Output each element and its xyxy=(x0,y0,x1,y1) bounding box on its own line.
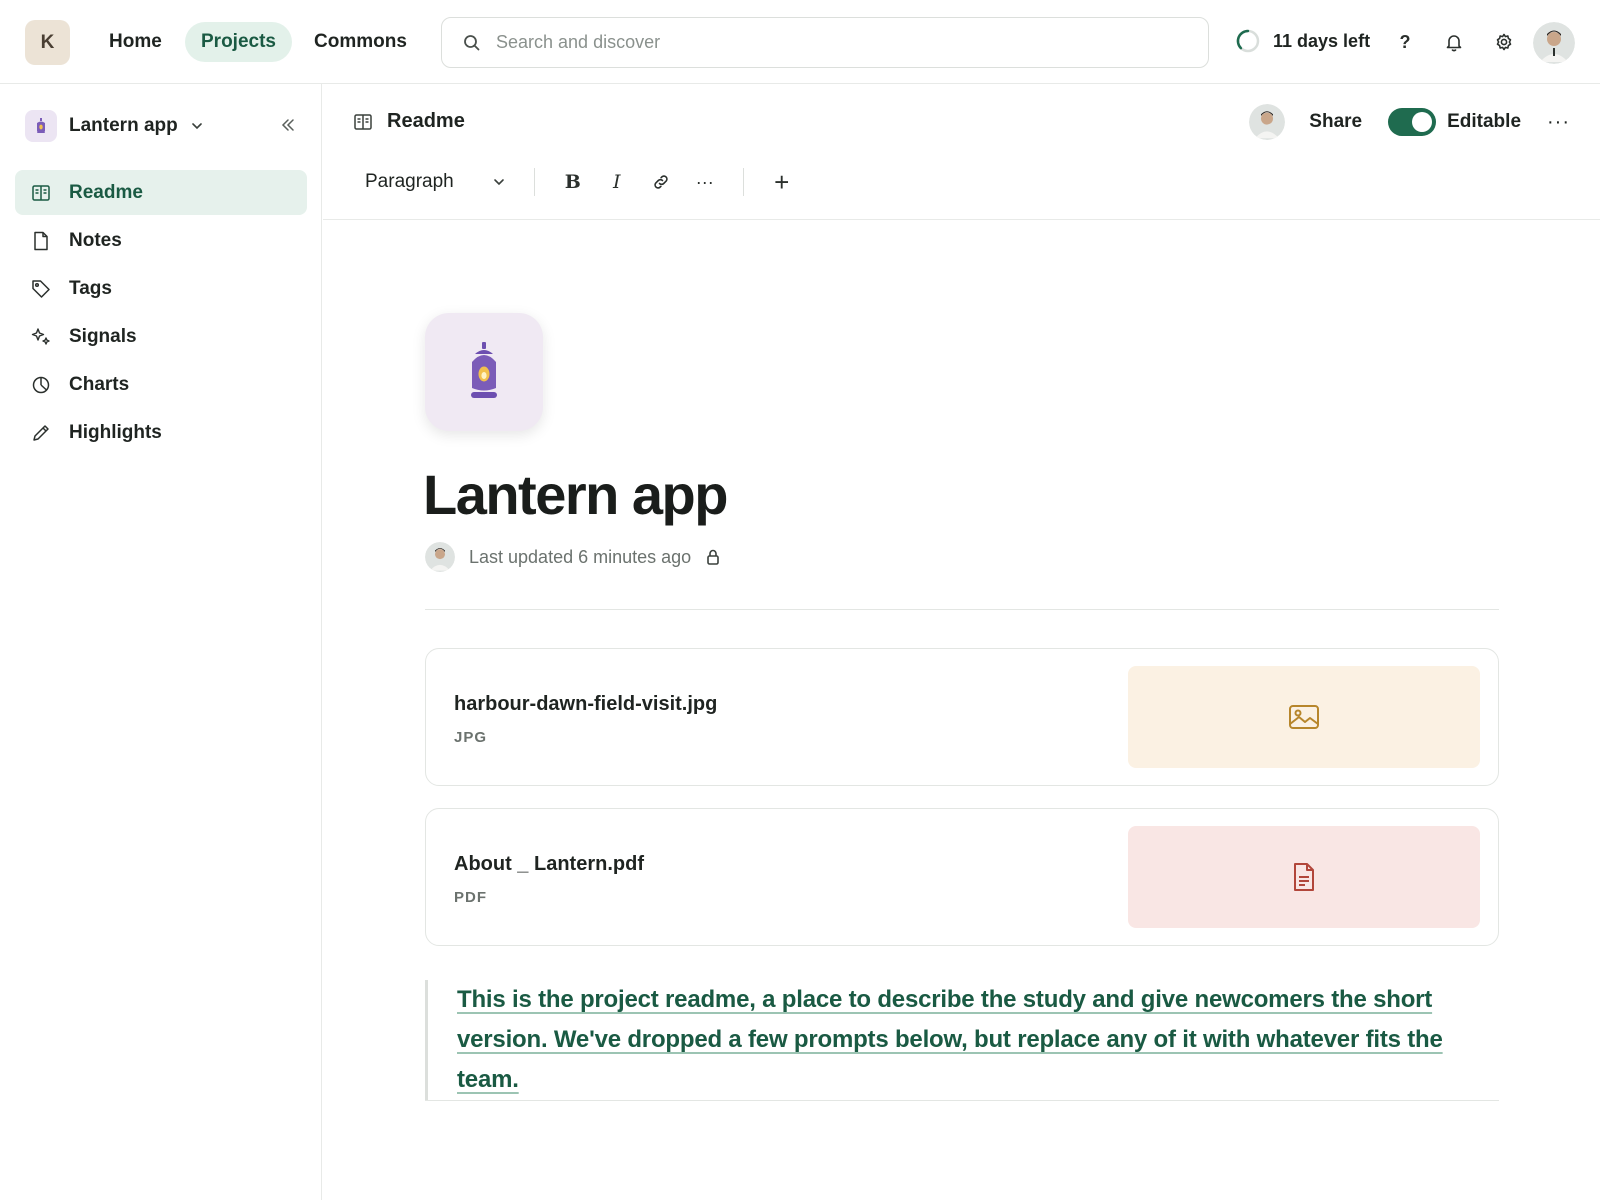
block-type-label: Paragraph xyxy=(365,171,454,192)
editable-label: Editable xyxy=(1447,111,1522,132)
sidebar-item-label: Charts xyxy=(69,373,130,395)
lock-icon xyxy=(707,549,719,565)
sidebar-item-label: Tags xyxy=(69,277,112,299)
project-lantern-icon[interactable] xyxy=(425,313,543,431)
document-header: Readme Share Editable ··· Paragraph B I … xyxy=(323,84,1600,220)
file-icon xyxy=(31,231,51,251)
sidebar-item-label: Highlights xyxy=(69,421,162,443)
image-icon xyxy=(1289,705,1319,729)
gear-icon xyxy=(1496,33,1512,51)
sidebar-item-highlights[interactable]: Highlights xyxy=(15,410,307,455)
file-attachment-card[interactable]: harbour-dawn-field-visit.jpg JPG xyxy=(425,648,1499,786)
lantern-icon xyxy=(25,110,57,142)
document-icon xyxy=(1294,863,1314,891)
formatting-toolbar: Paragraph B I ··· + xyxy=(353,161,804,203)
collaborator-avatar[interactable] xyxy=(1249,104,1286,140)
file-type: PDF xyxy=(454,889,487,906)
chevron-down-icon xyxy=(191,123,202,130)
bold-button[interactable]: B xyxy=(551,163,595,201)
divider xyxy=(425,609,1499,610)
sidebar-item-notes[interactable]: Notes xyxy=(15,218,307,263)
toolbar-divider xyxy=(742,168,744,196)
search-input[interactable] xyxy=(496,32,1176,53)
editable-toggle[interactable] xyxy=(1388,108,1437,136)
project-name: Lantern app xyxy=(69,115,178,136)
pencil-icon xyxy=(31,423,51,443)
block-type-select[interactable]: Paragraph xyxy=(353,161,518,203)
sidebar-item-readme[interactable]: Readme xyxy=(15,170,307,215)
help-button[interactable]: ? xyxy=(1389,26,1421,58)
trial-status[interactable]: 11 days left xyxy=(1235,28,1370,54)
bell-icon xyxy=(1446,35,1462,52)
more-formatting-button[interactable]: ··· xyxy=(683,163,727,201)
link-button[interactable] xyxy=(639,163,683,201)
notifications-button[interactable] xyxy=(1438,26,1470,58)
share-button[interactable]: Share xyxy=(1309,111,1362,133)
author-avatar xyxy=(425,542,455,572)
nav-commons[interactable]: Commons xyxy=(298,22,423,62)
search-icon xyxy=(464,34,480,50)
sidebar-item-tags[interactable]: Tags xyxy=(15,266,307,311)
nav-projects[interactable]: Projects xyxy=(185,22,292,62)
file-name: harbour-dawn-field-visit.jpg xyxy=(454,693,718,715)
workspace-badge[interactable]: K xyxy=(25,20,70,65)
nav-home[interactable]: Home xyxy=(93,22,178,62)
collapse-sidebar-button[interactable] xyxy=(273,110,303,140)
quote-text: This is the project readme, a place to d… xyxy=(457,986,1443,1093)
sidebar-item-label: Notes xyxy=(69,229,122,251)
sidebar-nav: Readme Notes Tags Signals Charts Highlig… xyxy=(15,170,307,458)
more-options-button[interactable]: ··· xyxy=(1547,111,1570,134)
italic-button[interactable]: I xyxy=(595,163,639,201)
tag-icon xyxy=(31,279,51,299)
divider xyxy=(425,1100,1499,1101)
document-header-title: Readme xyxy=(387,110,465,132)
link-icon xyxy=(654,175,668,189)
help-icon: ? xyxy=(1399,31,1411,52)
progress-ring-icon xyxy=(1236,29,1260,53)
sidebar-item-label: Signals xyxy=(69,325,137,347)
file-attachment-card[interactable]: About _ Lantern.pdf PDF xyxy=(425,808,1499,946)
search-bar[interactable] xyxy=(441,17,1209,68)
project-switcher[interactable]: Lantern app xyxy=(25,110,204,142)
file-type: JPG xyxy=(454,729,488,746)
chevron-down-icon xyxy=(493,179,504,186)
double-chevron-left-icon xyxy=(281,119,294,131)
readme-quote[interactable]: This is the project readme, a place to d… xyxy=(425,980,1499,1100)
file-preview xyxy=(1128,666,1480,768)
trial-label: 11 days left xyxy=(1273,30,1371,51)
file-name: About _ Lantern.pdf xyxy=(454,853,644,875)
last-updated-text: Last updated 6 minutes ago xyxy=(469,546,692,567)
sidebar-item-label: Readme xyxy=(69,181,143,203)
user-avatar[interactable] xyxy=(1533,22,1575,64)
document-meta: Last updated 6 minutes ago xyxy=(425,542,721,572)
file-preview xyxy=(1128,826,1480,928)
book-open-icon xyxy=(31,183,51,203)
sidebar-item-signals[interactable]: Signals xyxy=(15,314,307,359)
insert-block-button[interactable]: + xyxy=(760,163,804,201)
sparkles-icon xyxy=(31,327,51,347)
sidebar: Lantern app Readme Notes Tags Signals Ch… xyxy=(0,84,322,1200)
settings-button[interactable] xyxy=(1488,26,1520,58)
pie-chart-icon xyxy=(31,375,51,395)
document-breadcrumb: Readme xyxy=(353,110,465,133)
book-open-icon xyxy=(354,113,372,130)
sidebar-item-charts[interactable]: Charts xyxy=(15,362,307,407)
toolbar-divider xyxy=(533,168,535,196)
top-bar: K Home Projects Commons 11 days left ? xyxy=(0,0,1600,84)
document-title[interactable]: Lantern app xyxy=(423,462,728,527)
document-actions: Share Editable ··· xyxy=(1249,104,1570,140)
